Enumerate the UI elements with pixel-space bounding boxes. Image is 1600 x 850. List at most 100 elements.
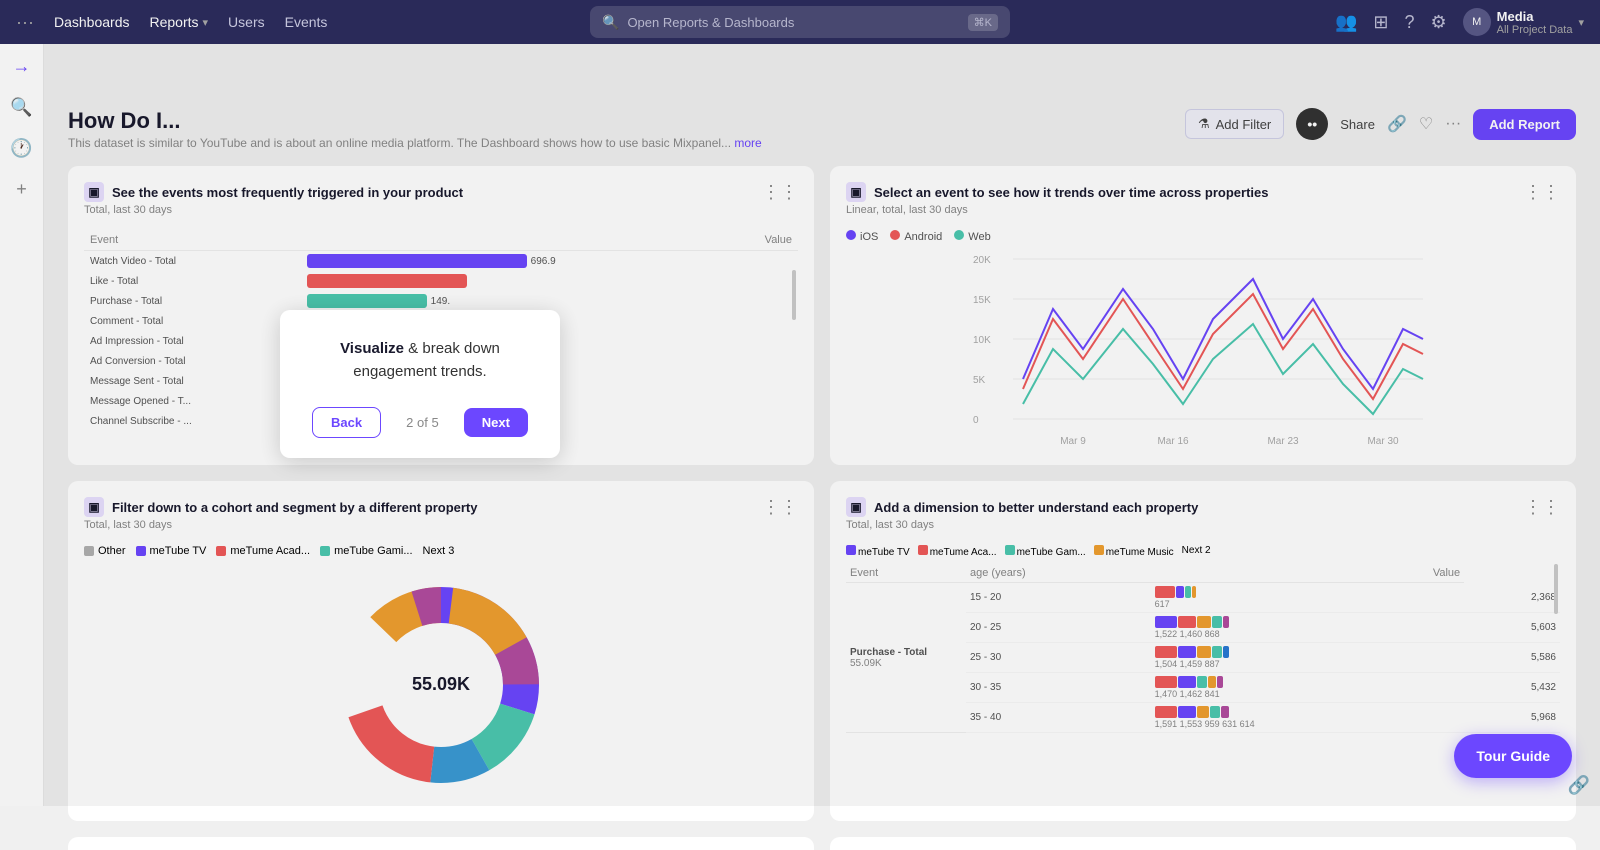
card-conversion: 🏳 Analyze changes in conversion rates ov…: [830, 837, 1576, 850]
page-header-right: ⚗ Add Filter •• Share 🔗 ♡ ··· Add Report: [1185, 108, 1576, 140]
card3-title: ▣ Filter down to a cohort and segment by…: [84, 497, 477, 517]
col-event-h: Event: [846, 564, 966, 583]
card2-menu[interactable]: ⋮⋮: [1524, 182, 1560, 203]
legend-next3-label: Next 3: [423, 545, 455, 557]
donut-center-value: 55.09K: [412, 674, 470, 694]
bottom-link-icon[interactable]: 🔗: [1568, 775, 1590, 796]
share-button[interactable]: Share: [1340, 117, 1375, 132]
legend-web: Web: [954, 230, 990, 243]
legend-next3[interactable]: Next 3: [423, 545, 455, 557]
mini-bar: [1155, 646, 1177, 658]
donut-container: 55.09K: [84, 565, 798, 805]
event-bar-cell: [301, 271, 798, 291]
avatar-initials: ••: [1307, 116, 1317, 132]
card4-menu[interactable]: ⋮⋮: [1524, 497, 1560, 518]
card1-title: ▣ See the events most frequently trigger…: [84, 182, 463, 202]
page-header-left: How Do I... This dataset is similar to Y…: [68, 108, 1185, 150]
nav-events[interactable]: Events: [285, 14, 328, 30]
nav-reports-label: Reports: [149, 14, 198, 30]
dim-sub: 1,591 1,553 959 631 614: [1155, 719, 1461, 729]
card4-subtitle: Total, last 30 days: [846, 519, 1198, 531]
back-button[interactable]: Back: [312, 407, 381, 438]
user-chevron: ▾: [1578, 16, 1584, 29]
dim-value: 5,968: [1464, 703, 1560, 733]
svg-text:0: 0: [973, 415, 979, 426]
user-menu[interactable]: M Media All Project Data ▾: [1463, 8, 1584, 36]
next-button[interactable]: Next: [464, 408, 528, 437]
dim-event-main: Purchase - Total: [850, 647, 962, 658]
mini-bar: [1197, 676, 1207, 688]
user-avatar-header[interactable]: ••: [1296, 108, 1328, 140]
heart-icon-button[interactable]: ♡: [1419, 114, 1433, 134]
dim-sub: 1,522 1,460 868: [1155, 629, 1461, 639]
legend-next2[interactable]: Next 2: [1182, 545, 1211, 558]
mini-bar: [1155, 676, 1177, 688]
search-icon: 🔍: [602, 14, 619, 31]
user-subtitle: All Project Data: [1497, 24, 1573, 36]
nav-users[interactable]: Users: [228, 14, 265, 30]
sidebar-history-icon[interactable]: 🕐: [10, 138, 32, 159]
col-value-header: Value: [301, 230, 798, 251]
card4-legend: meTube TV meTume Aca... meTube Gam... me…: [846, 545, 1560, 558]
users-icon[interactable]: 👥: [1335, 12, 1357, 33]
page-header: How Do I... This dataset is similar to Y…: [68, 108, 1576, 150]
card-donut: ▣ Filter down to a cohort and segment by…: [68, 481, 814, 821]
card1-icon: ▣: [84, 182, 104, 202]
card2-subtitle: Linear, total, last 30 days: [846, 204, 1268, 216]
dim-age: 35 - 40: [966, 703, 1151, 733]
mini-bar: [1178, 616, 1196, 628]
add-report-button[interactable]: Add Report: [1473, 109, 1576, 140]
dim-value: 2,368: [1464, 583, 1560, 613]
donut-svg: 55.09K: [331, 575, 551, 795]
tour-guide-button[interactable]: Tour Guide: [1454, 734, 1572, 778]
more-options-button[interactable]: ···: [1445, 115, 1461, 133]
user-initial: M: [1472, 16, 1481, 28]
mini-bar: [1176, 586, 1184, 598]
legend-metume-acad-box: [216, 546, 226, 556]
menu-dots-icon[interactable]: ···: [16, 12, 34, 33]
svg-text:Mar 9: Mar 9: [1060, 436, 1086, 447]
legend-metube-gami-label: meTube Gami...: [334, 545, 412, 557]
add-filter-button[interactable]: ⚗ Add Filter: [1185, 109, 1284, 139]
dim-bars: 617: [1151, 583, 1465, 613]
link-icon-button[interactable]: 🔗: [1387, 114, 1407, 134]
card1-title-wrap: ▣ See the events most frequently trigger…: [84, 182, 463, 226]
dimension-table: Event age (years) Value Purchase - Total…: [846, 564, 1560, 733]
mini-bar: [1210, 706, 1220, 718]
sidebar-collapse-icon[interactable]: →: [13, 56, 31, 77]
mini-bar: [1223, 616, 1229, 628]
scroll-thumb[interactable]: [792, 270, 796, 320]
col-event-header: Event: [84, 230, 301, 251]
dim-event-name: Purchase - Total 55.09K: [846, 583, 966, 733]
event-name: Message Sent - Total: [84, 371, 301, 391]
event-name: Comment - Total: [84, 311, 301, 331]
cards-grid: ▣ See the events most frequently trigger…: [68, 166, 1576, 850]
card4-scrollbar[interactable]: [1554, 564, 1558, 614]
legend-other: Other: [84, 545, 126, 557]
sidebar-add-icon[interactable]: +: [16, 179, 27, 200]
grid-icon[interactable]: ⊞: [1373, 12, 1388, 33]
event-bar: [307, 294, 427, 308]
dim-bars: 1,591 1,553 959 631 614: [1151, 703, 1465, 733]
svg-text:10K: 10K: [973, 335, 991, 346]
card2-title-wrap: ▣ Select an event to see how it trends o…: [846, 182, 1268, 226]
legend-metube-gami-box: [320, 546, 330, 556]
sidebar-search-icon[interactable]: 🔍: [10, 97, 32, 118]
page-desc-more[interactable]: more: [734, 136, 761, 150]
mini-bar: [1223, 646, 1229, 658]
settings-icon[interactable]: ⚙: [1431, 12, 1447, 33]
nav-reports[interactable]: Reports ▾: [149, 14, 208, 30]
svg-text:15K: 15K: [973, 295, 991, 306]
legend-other-label: Other: [98, 545, 126, 557]
card3-menu[interactable]: ⋮⋮: [762, 497, 798, 518]
nav-dashboards[interactable]: Dashboards: [54, 14, 130, 30]
search-placeholder: Open Reports & Dashboards: [627, 15, 794, 30]
event-value: 149.: [431, 296, 450, 307]
svg-text:Mar 30: Mar 30: [1367, 436, 1399, 447]
global-search[interactable]: 🔍 Open Reports & Dashboards ⌘K: [590, 6, 1010, 38]
help-icon[interactable]: ?: [1405, 12, 1415, 33]
card4-icon: ▣: [846, 497, 866, 517]
card1-menu[interactable]: ⋮⋮: [762, 182, 798, 203]
page-desc-text: This dataset is similar to YouTube and i…: [68, 136, 731, 150]
svg-text:Mar 16: Mar 16: [1157, 436, 1189, 447]
